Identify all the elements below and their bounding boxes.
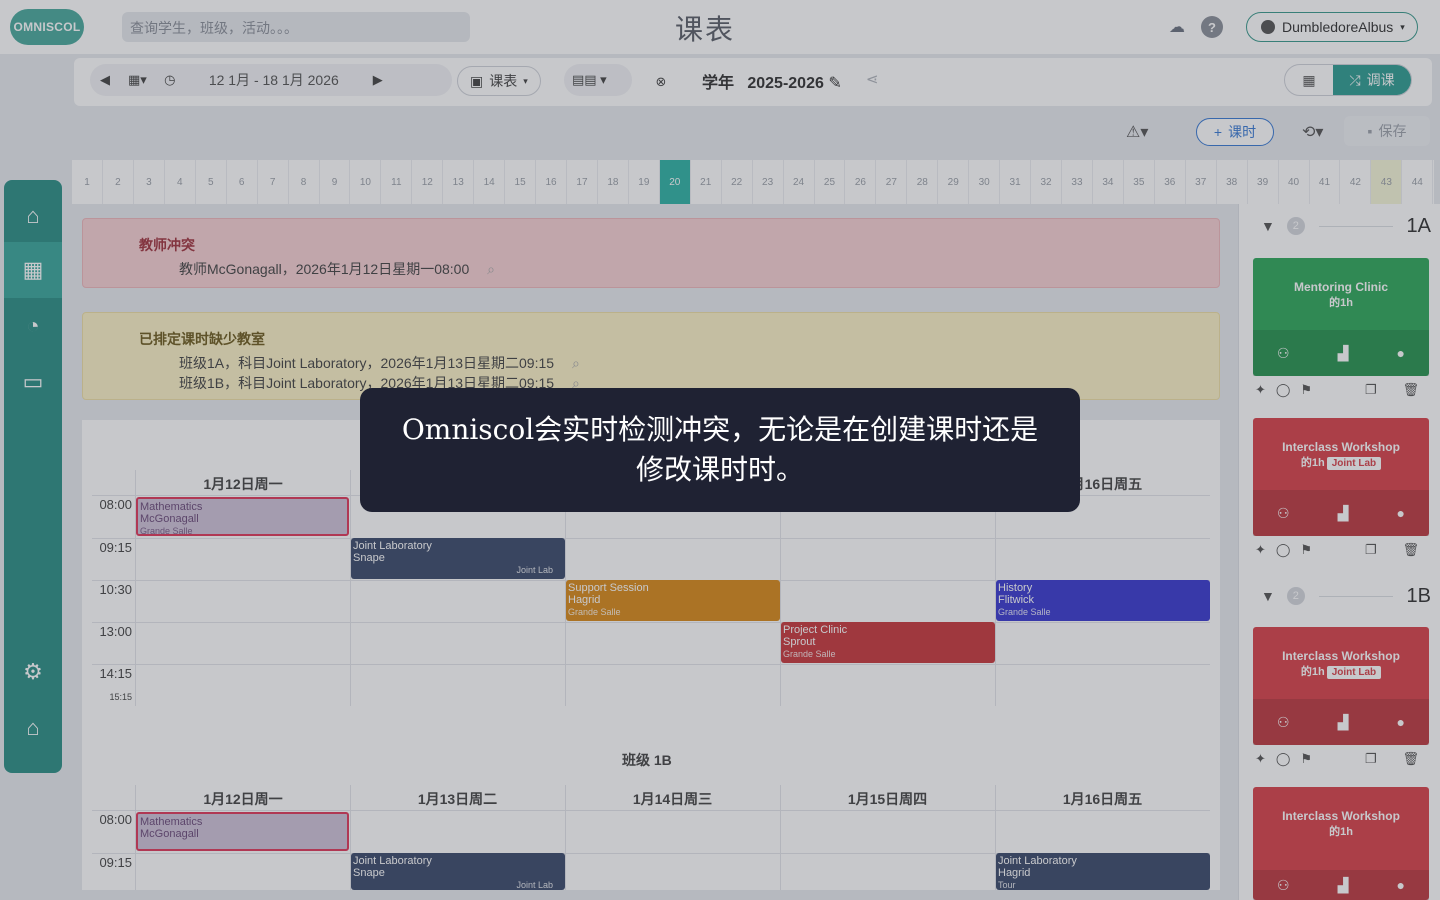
tutorial-tooltip: Omniscol会实时检测冲突，无论是在创建课时还是修改课时时。: [360, 388, 1080, 512]
